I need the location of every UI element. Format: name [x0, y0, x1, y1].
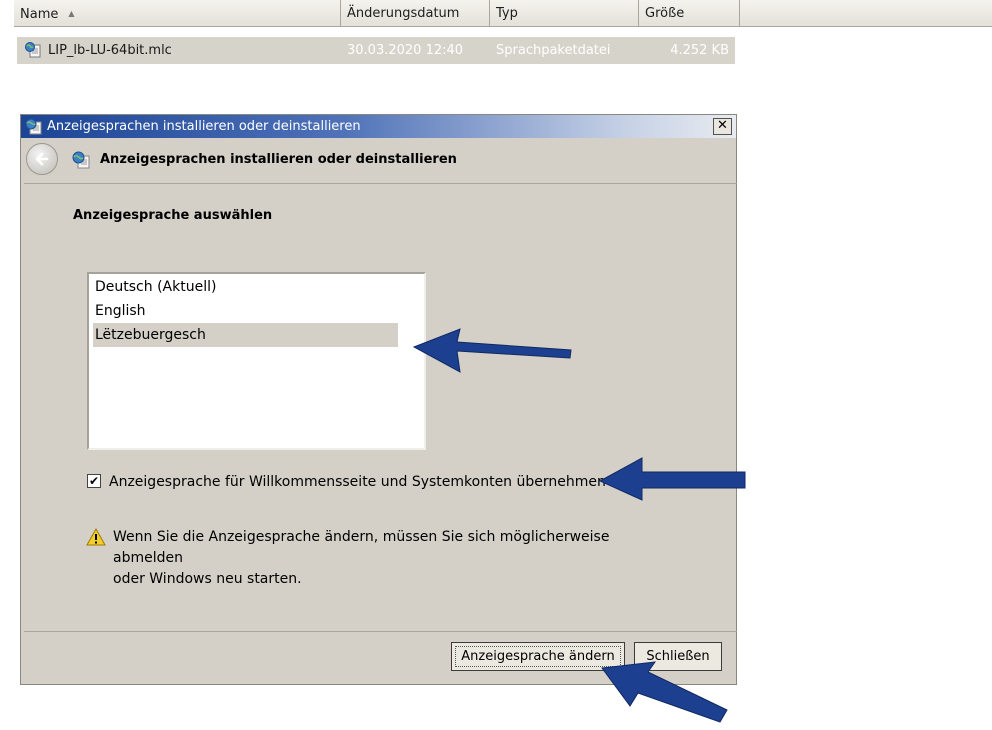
- column-type[interactable]: Typ: [490, 0, 639, 27]
- column-filler: [740, 0, 992, 27]
- dialog-content: Anzeigesprache auswählen Deutsch (Aktuel…: [24, 183, 737, 632]
- file-row[interactable]: LIP_lb-LU-64bit.mlc 30.03.2020 12:40 Spr…: [17, 37, 735, 64]
- close-icon[interactable]: ✕: [713, 118, 732, 135]
- warning-icon: [86, 528, 106, 546]
- file-name: LIP_lb-LU-64bit.mlc: [48, 43, 172, 58]
- warning-text: Wenn Sie die Anzeigesprache ändern, müss…: [113, 527, 673, 590]
- close-button[interactable]: Schließen: [634, 642, 722, 671]
- dialog-navbar: Anzeigesprachen installieren oder deinst…: [21, 138, 736, 182]
- warning-line-1: Wenn Sie die Anzeigesprache ändern, müss…: [113, 529, 610, 566]
- dialog-title: Anzeigesprachen installieren oder deinst…: [47, 119, 361, 134]
- column-modified[interactable]: Änderungsdatum: [341, 0, 490, 27]
- column-modified-label: Änderungsdatum: [347, 6, 460, 21]
- column-name[interactable]: Name ▲: [14, 0, 341, 27]
- section-title: Anzeigesprache auswählen: [73, 208, 273, 223]
- apply-system-label: Anzeigesprache für Willkommensseite und …: [109, 474, 606, 490]
- sort-ascending-icon: ▲: [68, 9, 75, 18]
- language-globe-icon: [25, 118, 42, 135]
- explorer-column-header: Name ▲ Änderungsdatum Typ Größe: [0, 0, 992, 28]
- file-modified: 30.03.2020 12:40: [347, 43, 464, 58]
- file-size: 4.252 KB: [670, 43, 729, 58]
- dialog-titlebar[interactable]: Anzeigesprachen installieren oder deinst…: [21, 115, 736, 138]
- nav-title: Anzeigesprachen installieren oder deinst…: [100, 152, 457, 167]
- column-type-label: Typ: [496, 6, 518, 21]
- language-item-letzebuergesch[interactable]: Lëtzebuergesch: [93, 323, 398, 347]
- column-size-label: Größe: [645, 6, 685, 21]
- language-pack-icon: [72, 151, 90, 169]
- language-item-english[interactable]: English: [93, 299, 146, 323]
- language-item-deutsch[interactable]: Deutsch (Aktuell): [93, 275, 216, 299]
- back-arrow-icon: [35, 152, 49, 166]
- column-name-label: Name: [20, 7, 59, 22]
- warning-line-2: oder Windows neu starten.: [113, 571, 302, 587]
- file-type: Sprachpaketdatei: [496, 43, 611, 58]
- column-size[interactable]: Größe: [639, 0, 740, 27]
- language-dialog: Anzeigesprachen installieren oder deinst…: [20, 114, 737, 685]
- language-listbox[interactable]: Deutsch (Aktuell) English Lëtzebuergesch: [87, 272, 426, 450]
- back-button[interactable]: [26, 143, 58, 175]
- language-pack-file-icon: [25, 42, 41, 58]
- apply-system-checkbox[interactable]: ✔: [87, 474, 101, 488]
- change-language-button[interactable]: Anzeigesprache ändern: [451, 642, 625, 671]
